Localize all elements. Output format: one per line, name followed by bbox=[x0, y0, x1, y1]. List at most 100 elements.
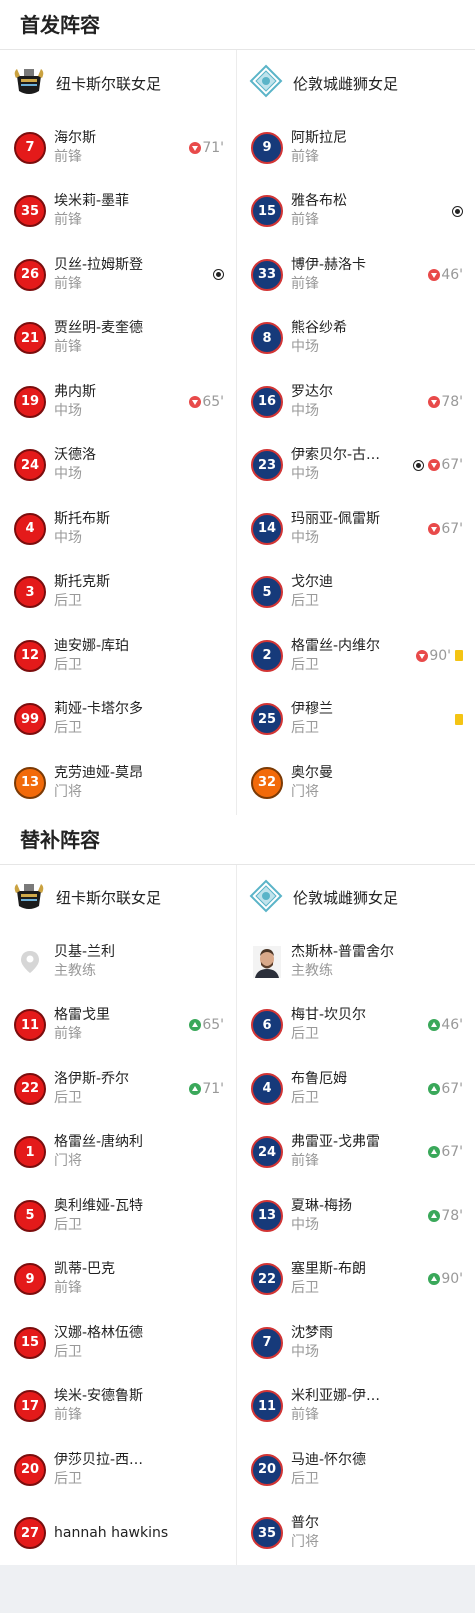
player-row[interactable]: 11 米利亚娜-伊… 前锋 bbox=[237, 1375, 475, 1439]
player-row[interactable]: 9 阿斯拉尼 前锋 bbox=[237, 116, 475, 180]
player-row[interactable]: 4 斯托布斯 中场 bbox=[0, 497, 236, 561]
subs-home-column: 纽卡斯尔联女足 贝基-兰利 主教练 11 格雷戈里 前锋 65' 22 洛伊斯-乔尔 后卫 7… bbox=[0, 864, 237, 1566]
player-row[interactable]: 13 夏琳-梅扬 中场 78' bbox=[237, 1184, 475, 1248]
player-position: 中场 bbox=[291, 1343, 319, 1360]
player-position: 门将 bbox=[54, 783, 82, 800]
player-events: 65' bbox=[189, 1017, 224, 1033]
player-row[interactable]: 7 海尔斯 前锋 71' bbox=[0, 116, 236, 180]
substituted-in: 90' bbox=[428, 1271, 463, 1287]
away-coach-row[interactable]: 杰斯林-普雷舍尔 主教练 bbox=[237, 931, 475, 994]
goal-ball-icon bbox=[452, 205, 463, 217]
player-row[interactable]: 99 莉娅-卡塔尔多 后卫 bbox=[0, 688, 236, 752]
player-row[interactable]: 19 弗内斯 中场 65' bbox=[0, 370, 236, 434]
player-name: 奥尔曼 bbox=[291, 764, 333, 781]
player-events: 90' bbox=[428, 1271, 463, 1287]
sub-minute: 67' bbox=[441, 1080, 463, 1097]
player-row[interactable]: 20 马迪-怀尔德 后卫 bbox=[237, 1438, 475, 1502]
sub-in-arrow-icon bbox=[428, 1019, 441, 1032]
player-position: 后卫 bbox=[291, 1470, 319, 1487]
player-info: 马迪-怀尔德 后卫 bbox=[291, 1451, 463, 1489]
subs-away-list: 6 梅甘-坎贝尔 后卫 46' 4 布鲁厄姆 后卫 67' 24 弗雷亚-戈弗雷 前锋 67' 13 夏琳… bbox=[237, 994, 475, 1566]
player-name: 伊莎贝拉-西… bbox=[54, 1451, 144, 1468]
player-row[interactable]: 23 伊索贝尔-古… 中场 67' bbox=[237, 434, 475, 498]
player-row[interactable]: 27 hannah hawkins bbox=[0, 1502, 236, 1566]
shirt-number-badge: 22 bbox=[251, 1263, 283, 1296]
coach-info: 贝基-兰利 主教练 bbox=[54, 943, 224, 981]
player-row[interactable]: 33 博伊-赫洛卡 前锋 46' bbox=[237, 243, 475, 307]
player-row[interactable]: 5 奥利维娅-瓦特 后卫 bbox=[0, 1184, 236, 1248]
subs-home-team-header[interactable]: 纽卡斯尔联女足 bbox=[0, 865, 236, 931]
player-name: 弗内斯 bbox=[54, 383, 96, 400]
player-row[interactable]: 15 雅各布松 前锋 bbox=[237, 180, 475, 244]
starting-columns: 纽卡斯尔联女足 7 海尔斯 前锋 71' 35 埃米莉-墨菲 前锋 26 贝丝-拉姆斯登 前锋 21… bbox=[0, 50, 475, 815]
player-row[interactable]: 13 克劳迪娅-莫昂 门将 bbox=[0, 751, 236, 815]
player-row[interactable]: 3 斯托克斯 后卫 bbox=[0, 561, 236, 625]
player-info: 埃米-安德鲁斯 前锋 bbox=[54, 1387, 224, 1425]
player-row[interactable]: 9 凯蒂-巴克 前锋 bbox=[0, 1248, 236, 1312]
sub-minute: 46' bbox=[441, 266, 463, 283]
player-name: 汉娜-格林伍德 bbox=[54, 1324, 144, 1341]
substituted-in: 71' bbox=[189, 1081, 224, 1097]
player-info: 伊穆兰 后卫 bbox=[291, 700, 455, 738]
player-row[interactable]: 11 格雷戈里 前锋 65' bbox=[0, 994, 236, 1058]
player-info: 汉娜-格林伍德 后卫 bbox=[54, 1324, 224, 1362]
sub-in-arrow-icon bbox=[428, 1146, 441, 1159]
player-name: 梅甘-坎贝尔 bbox=[291, 1007, 367, 1024]
player-row[interactable]: 1 格雷丝-唐纳利 门将 bbox=[0, 1121, 236, 1185]
substituted-out: 46' bbox=[428, 267, 463, 283]
subs-home-list: 11 格雷戈里 前锋 65' 22 洛伊斯-乔尔 后卫 71' 1 格雷丝-唐纳利 门将 5 奥利维娅-… bbox=[0, 994, 236, 1566]
player-row[interactable]: 22 塞里斯-布朗 后卫 90' bbox=[237, 1248, 475, 1312]
substituted-out: 90' bbox=[416, 648, 451, 664]
home-team-header[interactable]: 纽卡斯尔联女足 bbox=[0, 50, 236, 116]
player-row[interactable]: 26 贝丝-拉姆斯登 前锋 bbox=[0, 243, 236, 307]
player-row[interactable]: 32 奥尔曼 门将 bbox=[237, 751, 475, 815]
player-info: 伊莎贝拉-西… 后卫 bbox=[54, 1451, 224, 1489]
player-position: 后卫 bbox=[291, 1280, 319, 1297]
player-row[interactable]: 35 普尔 门将 bbox=[237, 1502, 475, 1566]
player-info: 奥利维娅-瓦特 后卫 bbox=[54, 1197, 224, 1235]
player-row[interactable]: 8 熊谷纱希 中场 bbox=[237, 307, 475, 371]
shirt-number-badge: 35 bbox=[14, 195, 46, 228]
player-row[interactable]: 5 戈尔迪 后卫 bbox=[237, 561, 475, 625]
player-row[interactable]: 24 沃德洛 中场 bbox=[0, 434, 236, 498]
player-name: 洛伊斯-乔尔 bbox=[54, 1070, 130, 1087]
player-name: 沈梦雨 bbox=[291, 1324, 333, 1341]
player-row[interactable]: 14 玛丽亚-佩雷斯 中场 67' bbox=[237, 497, 475, 561]
player-name: 塞里斯-布朗 bbox=[291, 1261, 367, 1278]
player-name: 米利亚娜-伊… bbox=[291, 1388, 381, 1405]
player-info: 伊索贝尔-古… 中场 bbox=[291, 446, 413, 484]
player-row[interactable]: 17 埃米-安德鲁斯 前锋 bbox=[0, 1375, 236, 1439]
player-events bbox=[452, 205, 463, 217]
player-row[interactable]: 2 格雷丝-内维尔 后卫 90' bbox=[237, 624, 475, 688]
subs-away-team-header[interactable]: 伦敦城雌狮女足 bbox=[237, 865, 475, 931]
substituted-in: 67' bbox=[428, 1144, 463, 1160]
away-team-name: 伦敦城雌狮女足 bbox=[293, 74, 399, 93]
home-coach-row[interactable]: 贝基-兰利 主教练 bbox=[0, 931, 236, 994]
player-row[interactable]: 16 罗达尔 中场 78' bbox=[237, 370, 475, 434]
player-row[interactable]: 25 伊穆兰 后卫 bbox=[237, 688, 475, 752]
player-row[interactable]: 7 沈梦雨 中场 bbox=[237, 1311, 475, 1375]
player-info: 布鲁厄姆 后卫 bbox=[291, 1070, 428, 1108]
player-row[interactable]: 22 洛伊斯-乔尔 后卫 71' bbox=[0, 1057, 236, 1121]
away-team-header[interactable]: 伦敦城雌狮女足 bbox=[237, 50, 475, 116]
player-info: 贝丝-拉姆斯登 前锋 bbox=[54, 256, 213, 294]
player-name: 戈尔迪 bbox=[291, 574, 333, 591]
player-row[interactable]: 12 迪安娜-库珀 后卫 bbox=[0, 624, 236, 688]
sub-minute: 90' bbox=[429, 647, 451, 664]
player-row[interactable]: 21 贾丝明-麦奎德 前锋 bbox=[0, 307, 236, 371]
shirt-number-badge: 21 bbox=[14, 322, 46, 355]
player-row[interactable]: 15 汉娜-格林伍德 后卫 bbox=[0, 1311, 236, 1375]
player-info: 格雷丝-内维尔 后卫 bbox=[291, 637, 416, 675]
player-info: 阿斯拉尼 前锋 bbox=[291, 129, 463, 167]
player-position: 前锋 bbox=[291, 148, 319, 165]
sub-out-arrow-icon bbox=[428, 268, 441, 281]
player-info: 斯托布斯 中场 bbox=[54, 510, 224, 548]
sub-in-arrow-icon bbox=[428, 1273, 441, 1286]
player-row[interactable]: 6 梅甘-坎贝尔 后卫 46' bbox=[237, 994, 475, 1058]
player-row[interactable]: 20 伊莎贝拉-西… 后卫 bbox=[0, 1438, 236, 1502]
player-name: 埃米-安德鲁斯 bbox=[54, 1388, 144, 1405]
player-row[interactable]: 4 布鲁厄姆 后卫 67' bbox=[237, 1057, 475, 1121]
player-name: 弗雷亚-戈弗雷 bbox=[291, 1134, 381, 1151]
player-row[interactable]: 24 弗雷亚-戈弗雷 前锋 67' bbox=[237, 1121, 475, 1185]
player-row[interactable]: 35 埃米莉-墨菲 前锋 bbox=[0, 180, 236, 244]
